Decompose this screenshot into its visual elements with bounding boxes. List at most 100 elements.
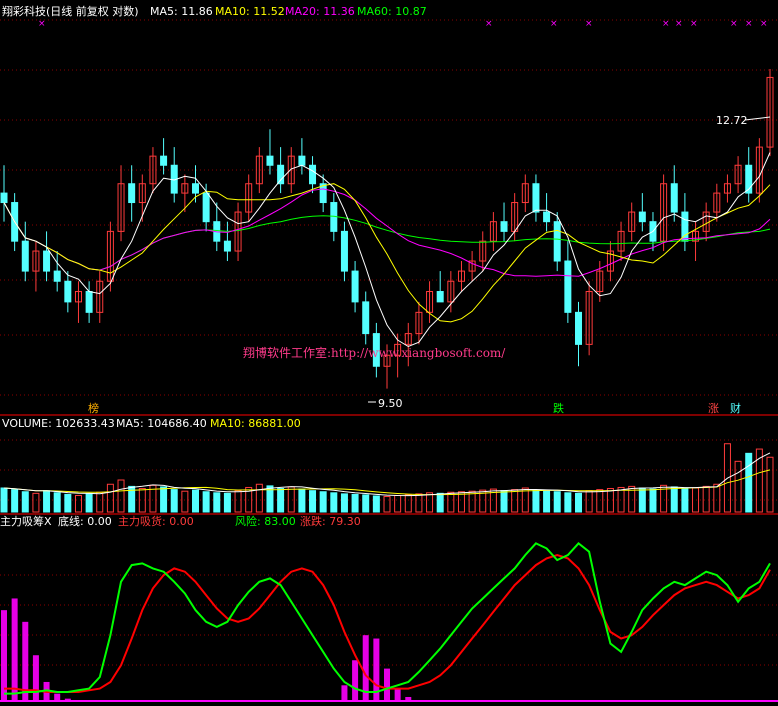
volume-bar [0,487,8,513]
candle-body [532,183,540,213]
volume-bar [745,452,753,513]
ma10-label: MA10: 11.52 [215,5,285,18]
candle-body [436,291,444,303]
volume-bar [53,492,61,513]
signal-marker: × [760,19,768,29]
volume-bar [202,491,210,513]
ma5-label: MA5: 11.86 [150,5,213,18]
signal-marker: × [485,19,493,29]
volume-bar [117,479,125,513]
accumulation-bar [341,685,348,702]
volume-bar [500,490,508,513]
volume-bar [383,496,391,513]
volume-bar [713,483,721,513]
volume-bar [511,489,519,513]
low-price-label: 9.50 [378,397,403,410]
volume-bar [457,491,465,513]
candle-body [575,311,582,345]
volume-bar [277,488,285,513]
volume-bar [575,492,582,513]
volume-bar [702,485,710,513]
candle-body [21,240,29,272]
volume-bar [532,489,540,513]
candle-body [638,211,646,223]
candle-body [351,270,359,303]
volume-bar [74,494,82,513]
chart-title: 翔彩科技(日线 前复权 对数) [2,4,139,18]
candle-body [43,250,51,272]
price-panel[interactable]: × × × × × × × × × × [0,19,774,403]
candle-body [670,183,678,213]
volume-bar [340,493,348,513]
signal-marker: × [550,19,558,29]
volume-bar [192,489,199,513]
candle-body [202,192,210,223]
volume-bar [436,492,444,513]
bottom-line-label: 底线: 0.00 [58,514,112,528]
volume-bar [32,492,40,513]
ma5-line [3,152,771,348]
volume-label: VOLUME: 102633.43 [2,417,115,430]
volume-bar [170,489,178,513]
accumulation-bar [32,655,39,702]
volume-bar [681,488,689,513]
signal-marker: × [662,19,670,29]
volume-bar [298,488,306,513]
volume-bar [21,491,29,513]
accumulation-bar [384,668,390,702]
signal-marker: × [38,19,46,29]
signal-marker: × [745,19,753,29]
indicator-panel[interactable] [0,542,778,702]
volume-bar [447,491,455,513]
volume-bar [372,495,380,513]
volume-ma5-label: MA5: 104686.40 [116,417,207,430]
candle-body [0,192,8,204]
candle-body [128,183,136,204]
watermark: 翔博软件工作室:http://www.xiangbosoft.com/ [243,345,506,360]
candle-body [223,240,231,252]
candle-body [340,230,348,272]
volume-panel[interactable] [0,443,774,513]
volume-bar [234,490,242,513]
candle-body [85,291,93,313]
candle-body [362,301,370,335]
volume-bar [255,483,263,513]
volume-bar [692,487,700,513]
volume-bar [543,490,551,513]
marker-zhang: 涨 [708,402,719,415]
volume-bar [521,487,529,513]
signal-marker: × [585,19,593,29]
volume-bar [638,487,646,513]
volume-bar [213,492,221,513]
accumulation-bar [352,660,359,702]
volume-bar [11,489,19,513]
high-price-pointer [744,116,771,121]
volume-bar [564,492,572,513]
volume-bar [43,490,51,513]
volume-bar [734,460,742,513]
volume-bar [585,490,593,513]
candle-body [160,155,168,166]
candle-body [500,221,508,232]
volume-bar [394,494,402,513]
candle-body [553,221,561,262]
accumulate-label: 主力吸货: 0.00 [118,514,194,528]
volume-bar [287,486,295,513]
candle-body [309,164,317,185]
ma60-label: MA60: 10.87 [357,5,427,18]
volume-bar [670,486,678,513]
volume-bar [596,489,604,513]
volume-bar [160,486,168,513]
candle-body [53,270,61,282]
signal-marker: × [730,19,738,29]
marker-bang: 榜 [88,401,99,415]
volume-bar [649,488,657,513]
candle-body [543,211,551,223]
volume-ma10-label: MA10: 86881.00 [210,417,301,430]
candle-body [298,155,306,166]
volume-bar [415,493,423,513]
volume-bar [766,456,774,513]
ma20-label: MA20: 11.36 [285,5,355,18]
marker-die: 跌 [553,401,564,415]
volume-bar [96,491,104,513]
